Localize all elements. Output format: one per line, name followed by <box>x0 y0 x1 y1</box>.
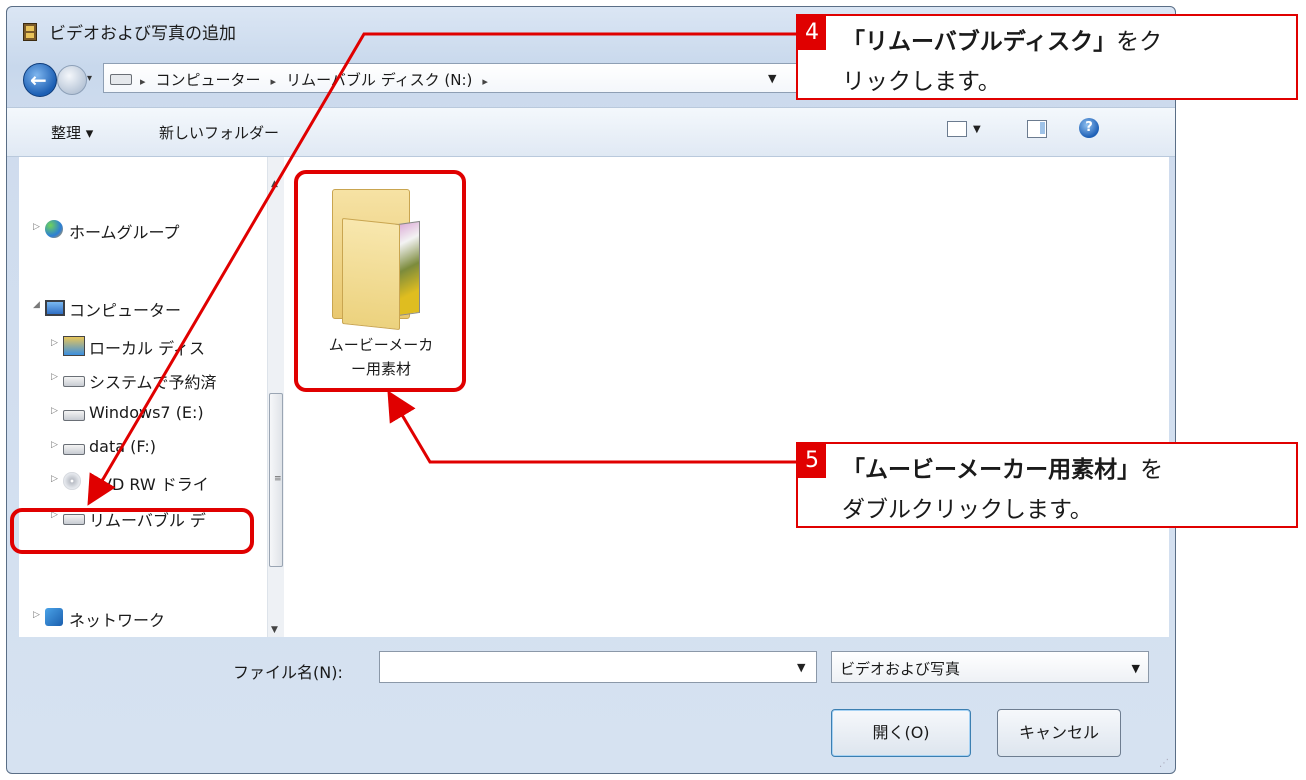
filetype-value: ビデオおよび写真 <box>840 660 961 678</box>
expand-icon[interactable]: ▷ <box>33 610 40 620</box>
recent-pages-dropdown[interactable]: ▾ <box>87 73 92 84</box>
expand-icon[interactable]: ▷ <box>51 406 58 416</box>
nav-item-label: DVD RW ドライ <box>89 475 209 494</box>
callout-emphasis: 「リムーバブルディスク」 <box>842 29 1117 55</box>
expand-icon[interactable]: ▷ <box>51 440 58 450</box>
resize-grip-icon[interactable]: ⋰ <box>1159 758 1169 769</box>
scroll-up-icon[interactable]: ▲ <box>271 179 278 189</box>
film-icon <box>23 23 37 41</box>
expand-icon[interactable]: ▷ <box>51 474 58 484</box>
callout-line1: 「リムーバブルディスク」をク <box>842 22 1162 56</box>
forward-button[interactable] <box>57 65 87 95</box>
chevron-right-icon[interactable]: ▸ <box>271 75 277 88</box>
nav-item-label: システムで予約済 <box>89 373 217 392</box>
callout-line2: ダブルクリックします。 <box>842 497 1093 523</box>
drive-icon <box>63 376 85 387</box>
address-dropdown[interactable]: ▼ <box>768 72 776 85</box>
callout-line2: リックします。 <box>842 69 1001 95</box>
cancel-button[interactable]: キャンセル <box>997 709 1121 757</box>
nav-item-label: Windows7 (E:) <box>89 403 204 422</box>
nav-item-computer[interactable]: ◢ コンピューター <box>19 293 259 323</box>
network-icon <box>45 608 63 626</box>
removable-disk-highlight <box>10 508 254 554</box>
navigation-pane: ▷ ホームグループ ◢ コンピューター ▷ ローカル ディス ▷ システムで予約… <box>19 157 268 637</box>
add-videos-photos-dialog: ビデオおよび写真の追加 ← ▾ ▸ コンピューター ▸ リムーバブル ディスク (N:… <box>6 6 1176 774</box>
callout-emphasis: 「ムービーメーカー用素材」 <box>842 457 1141 483</box>
back-button[interactable]: ← <box>23 63 57 97</box>
organize-button[interactable]: 整理 ▾ <box>51 122 93 143</box>
nav-item-dvd-rw[interactable]: ▷ DVD RW ドライ <box>19 467 259 497</box>
expand-icon[interactable]: ▷ <box>33 222 40 232</box>
callout-text: をク <box>1116 29 1163 55</box>
step-number: 4 <box>798 16 826 50</box>
preview-pane-icon[interactable] <box>1027 120 1047 138</box>
nav-item-label: ホームグループ <box>69 223 180 242</box>
callout-line1: 「ムービーメーカー用素材」を <box>842 450 1163 484</box>
scroll-down-icon[interactable]: ▼ <box>271 625 278 635</box>
expand-icon[interactable]: ▷ <box>51 338 58 348</box>
grip-icon: ≡ <box>274 474 282 484</box>
nav-item-label: data (F:) <box>89 437 156 456</box>
collapse-icon[interactable]: ◢ <box>33 300 40 310</box>
dialog-footer: ファイル名(N): ▼ ビデオおよび写真 ▼ 開く(O) キャンセル ⋰ <box>7 639 1175 773</box>
help-icon[interactable]: ? <box>1079 118 1099 138</box>
chevron-down-icon: ▼ <box>1131 662 1140 675</box>
nav-item-label: ネットワーク <box>69 611 166 630</box>
view-dropdown[interactable]: ▼ <box>973 124 981 135</box>
command-toolbar: 整理 ▾ 新しいフォルダー ▼ ? <box>7 107 1175 157</box>
nav-item-data[interactable]: ▷ data (F:) <box>19 433 259 463</box>
dvd-icon <box>63 472 81 490</box>
callout-text: を <box>1140 457 1164 483</box>
drive-icon <box>63 410 85 421</box>
callout-step-5: 5 「ムービーメーカー用素材」を ダブルクリックします。 <box>796 442 1298 528</box>
homegroup-icon <box>45 220 63 238</box>
nav-item-local-disk[interactable]: ▷ ローカル ディス <box>19 331 259 361</box>
nav-item-system-reserved[interactable]: ▷ システムで予約済 <box>19 365 259 395</box>
view-icon[interactable] <box>947 121 967 137</box>
drive-icon <box>63 444 85 455</box>
callout-step-4: 4 「リムーバブルディスク」をク リックします。 <box>796 14 1298 100</box>
step-number: 5 <box>798 444 826 478</box>
nav-item-label: ローカル ディス <box>89 339 205 358</box>
breadcrumb-computer[interactable]: コンピューター <box>156 71 261 89</box>
computer-icon <box>45 300 65 316</box>
filename-dropdown[interactable]: ▼ <box>797 661 805 674</box>
filename-input[interactable] <box>379 651 817 683</box>
expand-icon[interactable]: ▷ <box>51 372 58 382</box>
nav-item-network[interactable]: ▷ ネットワーク <box>19 603 259 633</box>
chevron-right-icon[interactable]: ▸ <box>140 75 146 88</box>
drive-icon <box>110 74 132 85</box>
folder-highlight <box>294 170 466 392</box>
filetype-select[interactable]: ビデオおよび写真 ▼ <box>831 651 1149 683</box>
nav-pane-scrollbar[interactable]: ▲ ≡ ▼ <box>267 157 284 637</box>
nav-item-homegroup[interactable]: ▷ ホームグループ <box>19 215 259 245</box>
nav-item-windows7[interactable]: ▷ Windows7 (E:) <box>19 399 259 429</box>
filename-label: ファイル名(N): <box>233 663 343 682</box>
open-button[interactable]: 開く(O) <box>831 709 971 757</box>
new-folder-button[interactable]: 新しいフォルダー <box>159 122 279 143</box>
window-title: ビデオおよび写真の追加 <box>49 24 236 44</box>
address-bar[interactable]: ▸ コンピューター ▸ リムーバブル ディスク (N:) ▸ ▼ <box>103 63 803 93</box>
scrollbar-thumb[interactable]: ≡ <box>269 393 283 567</box>
arrow-left-icon: ← <box>30 68 47 92</box>
nav-item-label: コンピューター <box>69 301 182 320</box>
breadcrumb: ▸ コンピューター ▸ リムーバブル ディスク (N:) ▸ <box>140 69 498 90</box>
local-disk-icon <box>63 336 85 356</box>
breadcrumb-removable-disk[interactable]: リムーバブル ディスク (N:) <box>286 71 472 89</box>
chevron-right-icon[interactable]: ▸ <box>482 75 488 88</box>
